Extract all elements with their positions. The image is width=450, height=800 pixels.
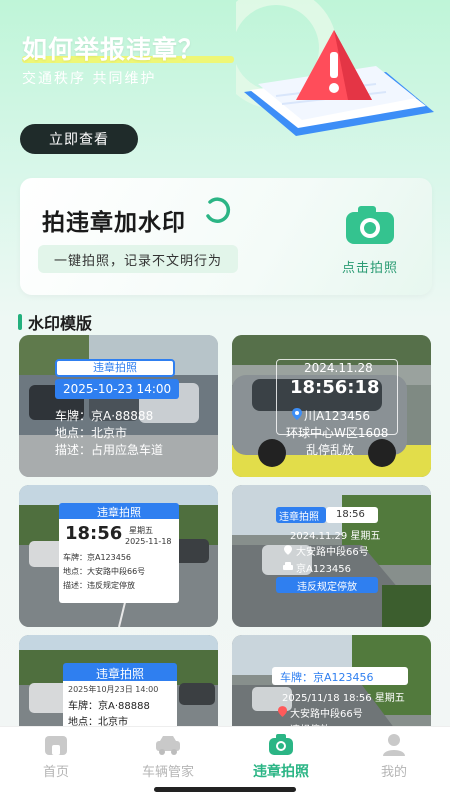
watermark-location: 地点：北京市 (55, 426, 128, 440)
watermark-photo-card[interactable]: 拍违章加水印 一键拍照，记录不文明行为 点击拍照 (20, 178, 432, 295)
user-icon (383, 734, 405, 756)
arc-decoration-icon (206, 197, 231, 223)
watermark-date: 2025-11-18 (125, 537, 172, 546)
watermark-location: 大安路中段66号 (290, 709, 363, 720)
watermark-plate-box: 车牌：京A123456 (272, 667, 408, 685)
section-accent-bar (18, 314, 22, 330)
watermark-datetime: 2024.11.29 星期五 (290, 531, 381, 542)
tab-label-home: 首页 (42, 765, 69, 780)
tab-vehicle[interactable]: 车辆管家 (112, 733, 224, 783)
watermark-plate: 川A123456 (304, 409, 371, 423)
watermark-description: 违反规定停放 (297, 582, 357, 593)
location-pin-icon (292, 408, 302, 420)
watermark-plate: 车牌：京A·88888 (68, 701, 150, 712)
watermark-datetime: 2025年10月23日 14:00 (68, 685, 159, 694)
hero-banner: 如何举报违章？ 交通秩序 共同维护 立即查看 (0, 0, 450, 170)
template-card-2[interactable]: 2024.11.28 18:56:18 川A123456 环球中心W区1608 … (232, 335, 431, 477)
watermark-header-box: 违章拍照 (59, 503, 179, 519)
watermark-header-box: 违章拍照 (276, 507, 326, 523)
watermark-header-box: 违章拍照 (63, 663, 177, 681)
watermark-time: 18:56:18 (290, 377, 380, 398)
watermark-header-box: 违章拍照 (55, 359, 175, 377)
tab-violation-photo[interactable]: 违章拍照 (225, 733, 337, 783)
view-now-button[interactable]: 立即查看 (20, 124, 138, 154)
tab-label-profile: 我的 (380, 765, 407, 780)
hero-title: 如何举报违章？ (22, 35, 205, 64)
tab-label-violation-photo: 违章拍照 (253, 764, 309, 780)
template-card-4[interactable]: 违章拍照 18:56 2024.11.29 星期五 大安路中段66号 京A123… (232, 485, 431, 627)
watermark-body: 18:56 星期五 2025-11-18 车牌：京A123456 地点：大安路中… (59, 519, 179, 603)
watermark-location: 环球中心W区1608 (286, 426, 389, 440)
template-card-1[interactable]: 违章拍照 2025-10-23 14:00 车牌：京A·88888 地点：北京市… (19, 335, 218, 477)
tab-profile[interactable]: 我的 (338, 733, 450, 783)
tab-label-vehicle: 车辆管家 (141, 765, 194, 780)
watermark-time: 18:56 (336, 509, 365, 520)
camera-icon[interactable] (344, 204, 396, 246)
watermark-plate: 京A123456 (296, 564, 352, 575)
watermark-description: 描述：占用应急车道 (55, 443, 164, 457)
location-pin-icon (278, 706, 287, 717)
watermark-header: 违章拍照 (93, 361, 137, 374)
watermark-plate: 车牌：京A·88888 (55, 409, 154, 423)
car-icon (156, 736, 180, 755)
watermark-description: 乱停乱放 (306, 443, 355, 457)
watermark-weekday: 星期五 (129, 526, 153, 535)
warning-book-illustration (236, 0, 434, 136)
take-photo-label[interactable]: 点击拍照 (342, 257, 398, 276)
watermark-plate: 车牌：京A123456 (280, 671, 374, 684)
watermark-body: 2025年10月23日 14:00 车牌：京A·88888 地点：北京市 (63, 681, 177, 729)
watermark-description: 描述：违反规定停放 (63, 581, 135, 590)
watermark-card-title: 拍违章加水印 (42, 210, 186, 236)
watermark-time: 18:56 (65, 523, 123, 544)
watermark-time-box: 18:56 (326, 507, 378, 523)
tab-home[interactable]: 首页 (0, 733, 112, 783)
watermark-footer-box: 违反规定停放 (276, 577, 378, 593)
home-indicator (154, 787, 296, 792)
watermark-plate: 车牌：京A123456 (63, 553, 132, 562)
watermark-datetime-box: 2025-10-23 14:00 (55, 379, 179, 399)
camera-icon (269, 734, 293, 755)
car-icon (283, 562, 293, 570)
home-icon (45, 736, 67, 755)
watermark-location: 地点：大安路中段66号 (63, 567, 146, 576)
section-title: 水印模版 (28, 314, 93, 333)
watermark-header: 违章拍照 (95, 667, 144, 681)
template-card-3[interactable]: 违章拍照 18:56 星期五 2025-11-18 车牌：京A123456 地点… (19, 485, 218, 627)
section-header: 水印模版 (18, 310, 92, 334)
location-pin-icon (284, 545, 292, 555)
watermark-header: 违章拍照 (97, 506, 141, 519)
watermark-card-tagline: 一键拍照，记录不文明行为 (38, 245, 239, 273)
hero-subtitle: 交通秩序 共同维护 (22, 71, 157, 87)
watermark-datetime: 2025-10-23 14:00 (63, 382, 172, 396)
watermark-header: 违章拍照 (279, 512, 319, 523)
watermark-location: 大安路中段66号 (296, 547, 369, 558)
watermark-datetime: 2025/11/18 18:56 星期五 (282, 693, 405, 704)
watermark-date: 2024.11.28 (304, 361, 373, 375)
